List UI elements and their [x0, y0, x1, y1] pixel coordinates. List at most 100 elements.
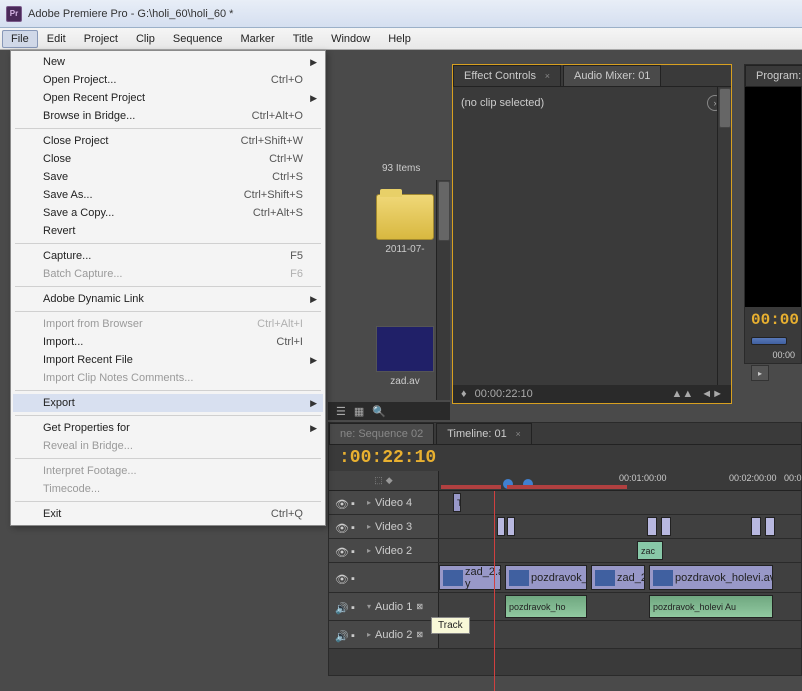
marker-add-icon[interactable]: ◆ [386, 475, 393, 486]
tab-timeline-01[interactable]: Timeline: 01 × [436, 423, 532, 444]
lock-icon[interactable]: ▪ [351, 630, 363, 640]
tab-effect-controls[interactable]: Effect Controls × [453, 65, 561, 86]
scroll-thumb[interactable] [719, 88, 731, 128]
clip-video[interactable] [647, 517, 657, 536]
lock-icon[interactable]: ▪ [351, 498, 363, 508]
project-scrollbar[interactable] [436, 180, 450, 400]
menu-item-export[interactable]: Export▶ [13, 394, 323, 412]
clip-video[interactable] [765, 517, 775, 536]
clip-pozdravok[interactable]: pozdravok_ho [505, 565, 587, 590]
tab-program[interactable]: Program: [745, 65, 802, 86]
tab-sequence-02[interactable]: ne: Sequence 02 [329, 423, 434, 444]
track-video-3: 👁 ▪ ▸ Video 3 [329, 515, 801, 539]
menu-file[interactable]: File [2, 30, 38, 48]
menu-help[interactable]: Help [379, 30, 420, 48]
menu-item-capture[interactable]: Capture...F5 [13, 247, 323, 265]
menu-item-get-properties-for[interactable]: Get Properties for▶ [13, 419, 323, 437]
menu-item-close[interactable]: CloseCtrl+W [13, 150, 323, 168]
menu-item-adobe-dynamic-link[interactable]: Adobe Dynamic Link▶ [13, 290, 323, 308]
menu-item-import-recent-file[interactable]: Import Recent File▶ [13, 351, 323, 369]
search-icon[interactable]: 🔍 [372, 405, 386, 418]
program-mini-ruler[interactable] [745, 333, 801, 349]
menu-project[interactable]: Project [75, 30, 127, 48]
close-icon[interactable]: × [545, 71, 550, 81]
menu-title[interactable]: Title [284, 30, 322, 48]
transport-btn[interactable]: ▸ [751, 365, 769, 381]
eye-icon[interactable]: 👁 [335, 522, 347, 532]
menu-item-import[interactable]: Import...Ctrl+I [13, 333, 323, 351]
zoom-control-icon[interactable]: ◄► [701, 388, 723, 400]
timeline-ruler[interactable]: ⬚ ◆ 00:01:00:00 00:02:00:00 00:03:00 [329, 471, 801, 491]
menu-item-open-project[interactable]: Open Project...Ctrl+O [13, 71, 323, 89]
menu-marker[interactable]: Marker [231, 30, 283, 48]
eye-icon[interactable]: 👁 [335, 573, 347, 583]
menu-item-browse-in-bridge[interactable]: Browse in Bridge...Ctrl+Alt+O [13, 107, 323, 125]
clip-audio[interactable]: pozdravok_ho [505, 595, 587, 618]
clip-audio[interactable]: pozdravok_holevi Au [649, 595, 773, 618]
clip-video[interactable] [497, 517, 505, 536]
clip-video[interactable] [661, 517, 671, 536]
effect-status-time: 00:00:22:10 [475, 388, 533, 400]
menu-item-import-clip-notes-comments: Import Clip Notes Comments... [13, 369, 323, 387]
work-area-bar[interactable] [441, 485, 501, 489]
clip-video[interactable]: zac [637, 541, 663, 560]
eye-icon[interactable]: 👁 [335, 498, 347, 508]
track-header[interactable]: 👁 ▪ [329, 563, 439, 592]
menu-item-label: Batch Capture... [43, 268, 123, 280]
track-header[interactable]: 🔊 ▪ ▸ Audio 2 ⊠ [329, 621, 439, 648]
lock-icon[interactable]: ▪ [351, 573, 363, 583]
panel-tabs: Effect Controls × Audio Mixer: 01 [453, 65, 731, 87]
project-status-bar: ☰ ▦ 🔍 [328, 402, 450, 420]
tab-audio-mixer[interactable]: Audio Mixer: 01 [563, 65, 661, 86]
speaker-icon[interactable]: 🔊 [335, 602, 347, 612]
clip-video[interactable] [507, 517, 515, 536]
eye-icon[interactable]: 👁 [335, 546, 347, 556]
speaker-icon[interactable]: 🔊 [335, 630, 347, 640]
clip-zad2b[interactable]: zad_2.av [591, 565, 645, 590]
bin-folder[interactable]: 2011-07- [376, 194, 434, 255]
close-icon[interactable]: × [515, 429, 520, 439]
clip-zad2[interactable]: zad_2.avi y [439, 565, 501, 590]
clip-video[interactable] [751, 517, 761, 536]
chevron-right-icon[interactable]: ▸ [367, 546, 371, 555]
chevron-right-icon[interactable]: ▸ [367, 630, 371, 639]
menu-item-save[interactable]: SaveCtrl+S [13, 168, 323, 186]
effect-controls-content: (no clip selected) › [453, 87, 731, 119]
menu-item-interpret-footage: Interpret Footage... [13, 462, 323, 480]
work-area-bar[interactable] [507, 485, 627, 489]
menu-clip[interactable]: Clip [127, 30, 164, 48]
scroll-thumb[interactable] [438, 181, 450, 241]
lock-icon[interactable]: ▪ [351, 602, 363, 612]
zoom-out-icon[interactable]: ▲▲ [671, 388, 693, 400]
program-panel: Program: 00:00:2 00:00 ▸ [744, 64, 802, 364]
chevron-down-icon[interactable]: ▾ [367, 602, 371, 611]
menu-item-exit[interactable]: ExitCtrl+Q [13, 505, 323, 523]
menu-item-save-as[interactable]: Save As...Ctrl+Shift+S [13, 186, 323, 204]
menu-item-new[interactable]: New▶ [13, 53, 323, 71]
menu-item-label: Close [43, 153, 71, 165]
snap-icon[interactable]: ⬚ [374, 475, 383, 486]
menu-item-close-project[interactable]: Close ProjectCtrl+Shift+W [13, 132, 323, 150]
clip-video[interactable]: T [453, 493, 461, 512]
mini-ruler-bar[interactable] [751, 337, 787, 345]
bin-video-item[interactable]: zad.av [376, 326, 434, 387]
track-header[interactable]: 👁 ▪ ▸ Video 3 [329, 515, 439, 538]
track-header[interactable]: 👁 ▪ ▸ Video 4 [329, 491, 439, 514]
scrollbar-vertical[interactable] [717, 87, 731, 385]
menu-item-revert[interactable]: Revert [13, 222, 323, 240]
view-list-icon[interactable]: ☰ [336, 405, 346, 418]
menu-item-save-a-copy[interactable]: Save a Copy...Ctrl+Alt+S [13, 204, 323, 222]
menu-edit[interactable]: Edit [38, 30, 75, 48]
playhead[interactable] [494, 491, 495, 691]
lock-icon[interactable]: ▪ [351, 522, 363, 532]
track-header[interactable]: 🔊 ▪ ▾ Audio 1 ⊠ [329, 593, 439, 620]
clip-pozdravok2[interactable]: pozdravok_holevi.av [649, 565, 773, 590]
chevron-right-icon[interactable]: ▸ [367, 498, 371, 507]
lock-icon[interactable]: ▪ [351, 546, 363, 556]
chevron-right-icon[interactable]: ▸ [367, 522, 371, 531]
menu-sequence[interactable]: Sequence [164, 30, 232, 48]
menu-item-open-recent-project[interactable]: Open Recent Project▶ [13, 89, 323, 107]
menu-window[interactable]: Window [322, 30, 379, 48]
track-header[interactable]: 👁 ▪ ▸ Video 2 [329, 539, 439, 562]
view-icon-icon[interactable]: ▦ [354, 405, 364, 418]
